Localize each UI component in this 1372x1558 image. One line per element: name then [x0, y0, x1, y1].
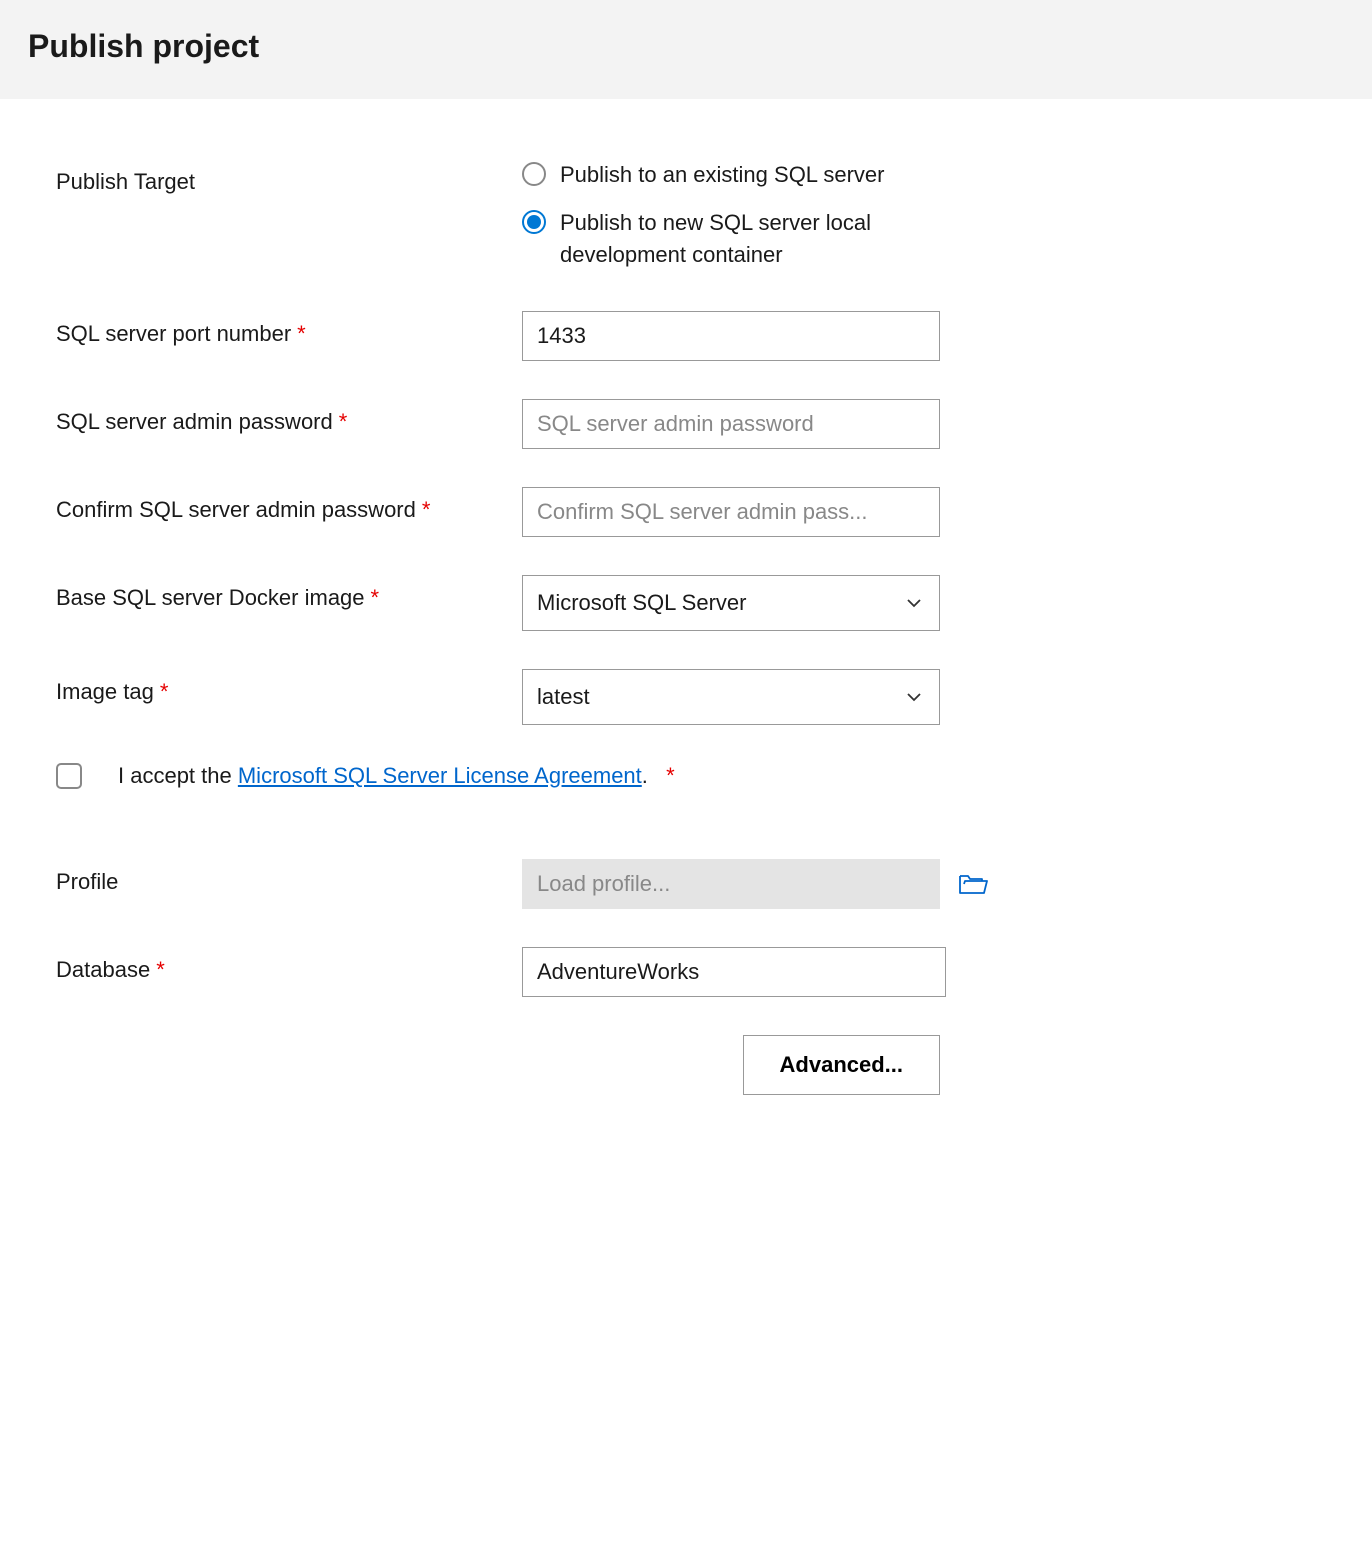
image-tag-label: Image tag*	[56, 669, 522, 705]
license-text: I accept the Microsoft SQL Server Licens…	[118, 763, 675, 789]
admin-password-label: SQL server admin password*	[56, 399, 522, 435]
confirm-password-row: Confirm SQL server admin password*	[56, 487, 1316, 537]
advanced-button[interactable]: Advanced...	[743, 1035, 940, 1095]
radio-new-container[interactable]: Publish to new SQL server local developm…	[522, 207, 980, 271]
required-indicator: *	[297, 321, 306, 346]
port-row: SQL server port number*	[56, 311, 1316, 361]
radio-unchecked-icon	[522, 162, 546, 186]
radio-checked-icon	[522, 210, 546, 234]
confirm-password-input[interactable]	[522, 487, 940, 537]
required-indicator: *	[160, 679, 169, 704]
license-row: I accept the Microsoft SQL Server Licens…	[56, 763, 1316, 789]
docker-image-value: Microsoft SQL Server	[522, 575, 940, 631]
license-agreement-link[interactable]: Microsoft SQL Server License Agreement	[238, 763, 642, 788]
port-input[interactable]	[522, 311, 940, 361]
license-checkbox[interactable]	[56, 763, 82, 789]
publish-target-label: Publish Target	[56, 159, 522, 195]
database-row: Database*	[56, 947, 1316, 997]
radio-existing-server[interactable]: Publish to an existing SQL server	[522, 159, 980, 191]
dialog-content: Publish Target Publish to an existing SQ…	[0, 99, 1372, 1135]
publish-target-options: Publish to an existing SQL server Publis…	[522, 159, 1316, 271]
admin-password-input[interactable]	[522, 399, 940, 449]
button-row: Advanced...	[56, 1035, 940, 1095]
confirm-password-label: Confirm SQL server admin password*	[56, 487, 522, 523]
port-label: SQL server port number*	[56, 311, 522, 347]
required-indicator: *	[156, 957, 165, 982]
admin-password-row: SQL server admin password*	[56, 399, 1316, 449]
required-indicator: *	[339, 409, 348, 434]
radio-existing-server-label: Publish to an existing SQL server	[560, 159, 884, 191]
database-input[interactable]	[522, 947, 946, 997]
radio-new-container-label: Publish to new SQL server local developm…	[560, 207, 980, 271]
profile-label: Profile	[56, 859, 522, 895]
dialog-header: Publish project	[0, 0, 1372, 99]
docker-image-label: Base SQL server Docker image*	[56, 575, 522, 611]
folder-open-icon[interactable]	[958, 872, 988, 896]
image-tag-select[interactable]: latest	[522, 669, 940, 725]
profile-row: Profile	[56, 859, 1316, 909]
publish-target-row: Publish Target Publish to an existing SQ…	[56, 159, 1316, 271]
profile-input	[522, 859, 940, 909]
database-label: Database*	[56, 947, 522, 983]
dialog-title: Publish project	[28, 28, 1344, 65]
image-tag-value: latest	[522, 669, 940, 725]
image-tag-row: Image tag* latest	[56, 669, 1316, 725]
required-indicator: *	[666, 763, 675, 788]
docker-image-row: Base SQL server Docker image* Microsoft …	[56, 575, 1316, 631]
docker-image-select[interactable]: Microsoft SQL Server	[522, 575, 940, 631]
required-indicator: *	[422, 497, 431, 522]
required-indicator: *	[371, 585, 380, 610]
